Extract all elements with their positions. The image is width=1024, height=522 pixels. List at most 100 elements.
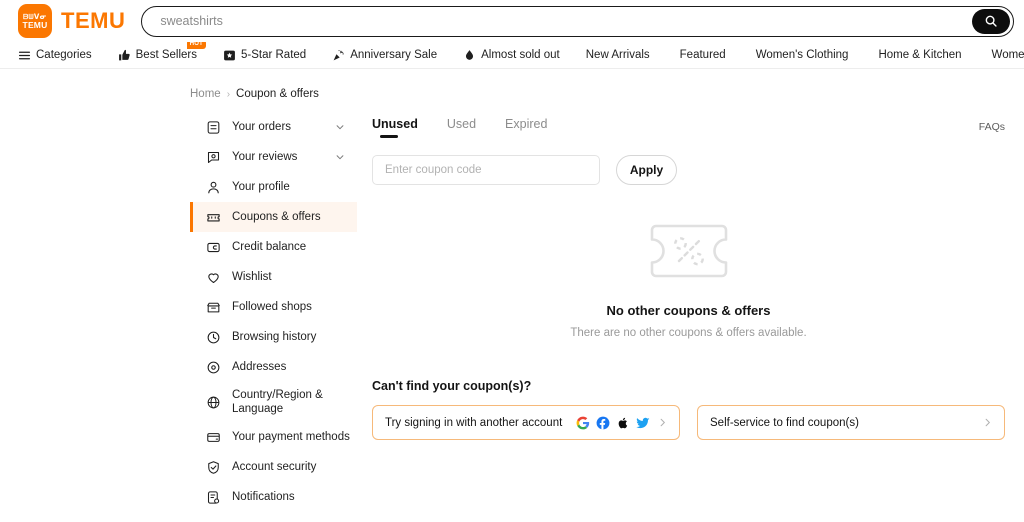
nav-label: Almost sold out [481,49,560,61]
sidebar-item-account-security[interactable]: Account security [190,452,357,482]
apply-button[interactable]: Apply [616,155,677,185]
sidebar-item-your-orders[interactable]: Your orders [190,112,357,142]
nav-item-best-sellers[interactable]: Best Sellers HOT [118,42,206,62]
coupon-ticket-percent-icon [650,222,728,285]
sidebar-item-label: Your reviews [232,151,298,163]
nav-label: Categories [36,49,92,61]
help-card-another-account[interactable]: Try signing in with another account [372,405,680,440]
tab-unused[interactable]: Unused [372,117,418,138]
confetti-icon [332,49,345,62]
heart-icon [206,270,221,285]
thumbs-up-icon [118,49,131,62]
coupon-icon [206,210,221,225]
sidebar-item-label: Followed shops [232,301,312,313]
nav-item-womens-curve-clothing[interactable]: Women's Curve Clothing [992,49,1024,61]
logo-wordmark-small: TEMU [22,19,48,30]
twitter-icon[interactable] [636,416,650,430]
reviews-icon [206,150,221,165]
google-icon[interactable] [576,416,590,430]
site-header: ᗷᗯᐯᓂ TEMU TEMU [0,0,1024,42]
sidebar-item-browsing-history[interactable]: Browsing history [190,322,357,352]
search-icon [985,15,997,27]
nav-item-almost-sold-out[interactable]: Almost sold out [463,49,560,62]
empty-state-title: No other coupons & offers [606,303,771,318]
nav-label: Anniversary Sale [350,49,438,61]
sidebar-item-notifications[interactable]: Notifications [190,482,357,512]
shield-check-icon [206,460,221,475]
sidebar-item-your-payment-methods[interactable]: Your payment methods [190,422,357,452]
location-pin-icon [206,360,221,375]
star-badge-icon [223,49,236,62]
sidebar-item-your-reviews[interactable]: Your reviews [190,142,357,172]
brand-wordmark[interactable]: TEMU [61,8,125,34]
sidebar-item-label: Account security [232,461,317,473]
nav-item-categories[interactable]: Categories [18,49,92,62]
faqs-link[interactable]: FAQs [979,121,1005,133]
social-login-icons [576,416,650,430]
breadcrumb-separator: › [226,88,231,100]
card-icon [206,430,221,445]
sidebar-item-coupons-offers[interactable]: Coupons & offers [190,202,357,232]
breadcrumb: Home › Coupon & offers [190,88,319,100]
nav-label: Best Sellers [135,49,197,61]
search-input[interactable] [160,6,972,36]
apple-icon[interactable] [616,416,630,430]
sidebar-item-label: Notifications [232,491,295,503]
coupon-code-input[interactable] [372,155,600,185]
empty-state-subtitle: There are no other coupons & offers avai… [570,327,807,339]
credit-icon [206,240,221,255]
shop-icon [206,300,221,315]
sidebar-item-credit-balance[interactable]: Credit balance [190,232,357,262]
breadcrumb-home[interactable]: Home [190,88,221,100]
sidebar-item-label: Credit balance [232,241,307,253]
nav-label: Home & Kitchen [878,49,962,61]
sidebar-item-label: Wishlist [232,271,272,283]
tab-used[interactable]: Used [447,117,476,138]
orders-icon [206,120,221,135]
help-card-self-service[interactable]: Self-service to find coupon(s) [697,405,1005,440]
tab-expired[interactable]: Expired [505,117,547,138]
help-card-label: Self-service to find coupon(s) [710,416,859,429]
sidebar-item-label: Coupons & offers [232,211,321,223]
nav-label: 5-Star Rated [240,49,307,61]
chevron-down-icon[interactable] [335,122,345,132]
clock-icon [206,330,221,345]
nav-label: Featured [679,49,726,61]
breadcrumb-current: Coupon & offers [236,88,319,100]
flame-drop-icon [463,49,476,62]
nav-item-new-arrivals[interactable]: New Arrivals [586,49,650,61]
sidebar-item-label: Your payment methods [232,431,350,443]
primary-navbar: Categories Best Sellers HOT 5-Star Rated [0,42,1024,69]
empty-state: No other coupons & offers There are no o… [372,222,1005,339]
sidebar-item-your-profile[interactable]: Your profile [190,172,357,202]
sidebar-item-addresses[interactable]: Addresses [190,352,357,382]
account-sidebar: Your orders Your reviews Your profile Co… [190,112,357,512]
nav-item-womens-clothing[interactable]: Women's Clothing [756,49,849,61]
help-heading: Can't find your coupon(s)? [372,379,532,393]
facebook-icon[interactable] [596,416,610,430]
nav-item-featured[interactable]: Featured [680,49,726,61]
profile-icon [206,180,221,195]
sidebar-item-wishlist[interactable]: Wishlist [190,262,357,292]
nav-item-5-star-rated[interactable]: 5-Star Rated [223,49,306,62]
sidebar-item-label: Your orders [232,121,292,133]
sidebar-item-country-region-language[interactable]: Country/Region & Language [190,382,357,422]
sidebar-item-followed-shops[interactable]: Followed shops [190,292,357,322]
content-area: Your orders Your reviews Your profile Co… [0,112,1024,512]
help-card-label: Try signing in with another account [385,416,563,429]
nav-item-anniversary-sale[interactable]: Anniversary Sale [332,49,437,62]
nav-item-home-kitchen[interactable]: Home & Kitchen [878,49,961,61]
chevron-right-icon [657,417,668,428]
sidebar-item-label: Country/Region & Language [232,389,323,415]
coupons-main-panel: Unused Used Expired FAQs Apply No other … [357,112,1024,512]
search-bar[interactable] [141,5,1014,37]
notifications-icon [206,490,221,505]
nav-label: Women's Curve Clothing [991,49,1024,61]
hot-badge: HOT [186,42,206,49]
temu-logo[interactable]: ᗷᗯᐯᓂ TEMU [18,4,52,38]
chevron-right-icon [982,417,993,428]
help-card-list: Try signing in with another account Self… [372,405,1005,440]
nav-label: Women's Clothing [755,49,849,61]
search-button[interactable] [972,8,1010,34]
chevron-down-icon[interactable] [335,152,345,162]
